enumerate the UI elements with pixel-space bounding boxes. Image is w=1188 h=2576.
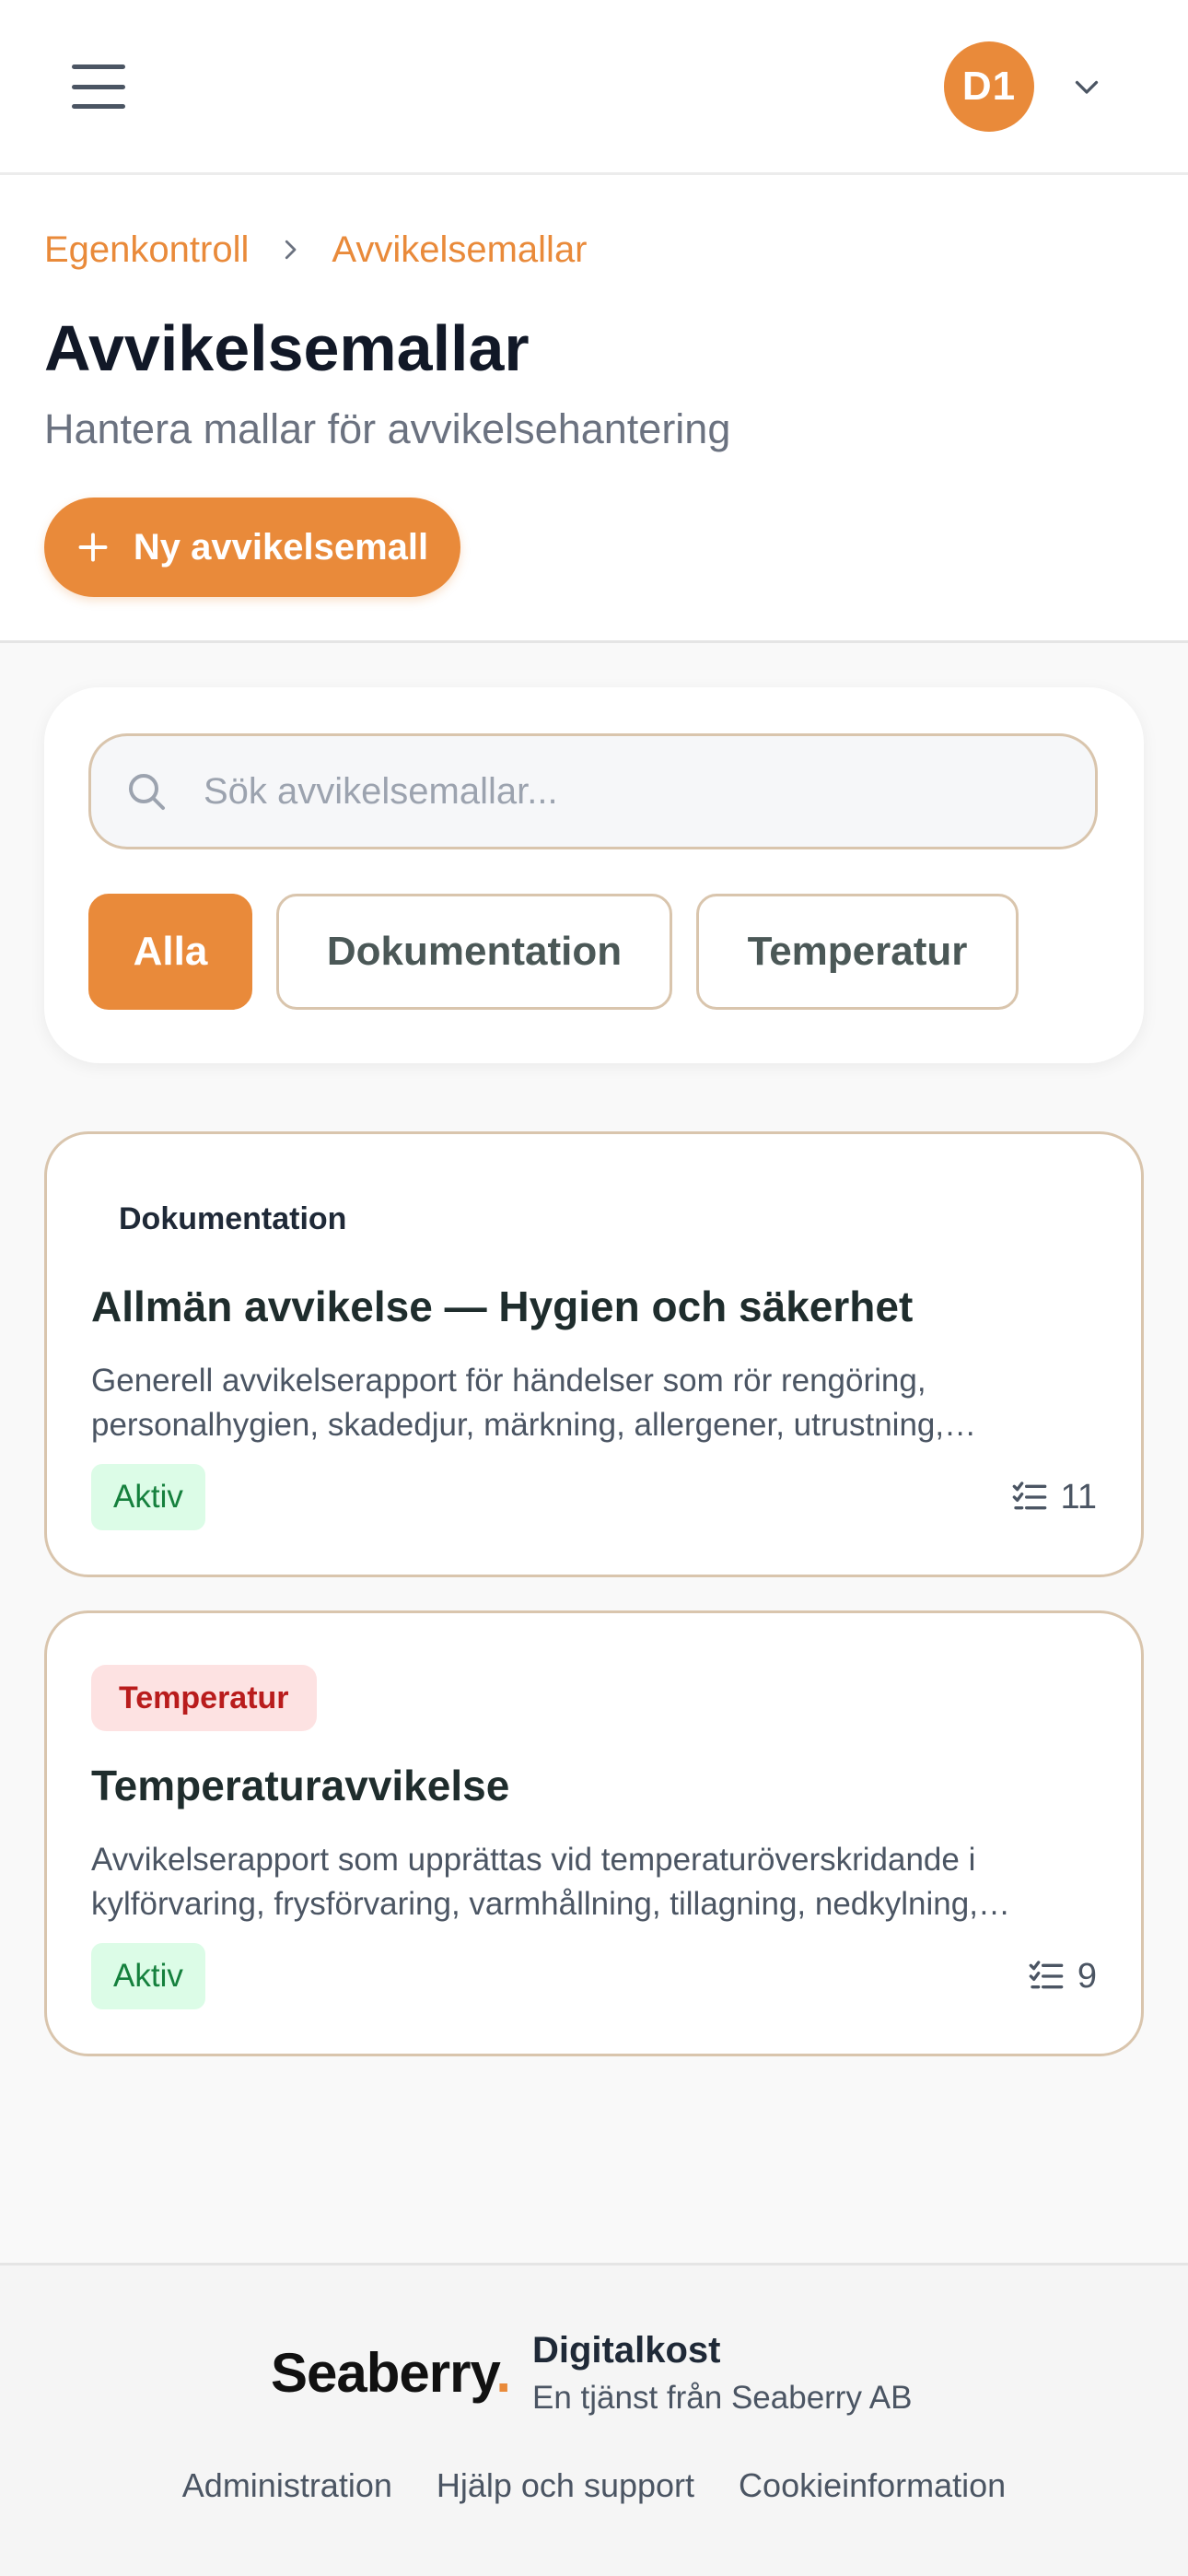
page-title: Avvikelsemallar	[44, 312, 530, 384]
checklist-icon	[1029, 1961, 1064, 1989]
page-subtitle: Hantera mallar för avvikelsehantering	[44, 405, 731, 452]
status-badge: Aktiv	[91, 1943, 205, 2009]
footer: Seaberry. Digitalkost En tjänst från Sea…	[0, 2263, 1188, 2576]
avatar[interactable]: D1	[944, 41, 1034, 132]
filter-card: Alla Dokumentation Temperatur	[44, 687, 1144, 1063]
page-header: Egenkontroll Avvikelsemallar Avvikelsema…	[0, 175, 1188, 643]
template-description: Avvikelserapport som upprättas vid tempe…	[91, 1842, 978, 1922]
search-input[interactable]	[204, 770, 1032, 813]
category-badge: Dokumentation	[91, 1186, 375, 1252]
question-count-value: 11	[1060, 1477, 1097, 1516]
breadcrumb: Egenkontroll Avvikelsemallar	[44, 227, 588, 273]
seaberry-logo: Seaberry.	[271, 2341, 511, 2405]
breadcrumb-item-egenkontroll[interactable]: Egenkontroll	[44, 229, 249, 271]
template-card[interactable]: Temperatur Temperaturavvikelse Avvikelse…	[44, 1610, 1144, 2056]
product-subtitle: En tjänst från Seaberry AB	[532, 2380, 913, 2416]
footer-links: Administration Hjälp och support Cookiei…	[0, 2466, 1188, 2505]
logo-dot: .	[495, 2342, 511, 2404]
top-bar: D1	[0, 0, 1188, 175]
new-template-button[interactable]: Ny avvikelsemall	[44, 498, 460, 597]
logo-text: Seaberry	[271, 2342, 496, 2404]
filter-chips: Alla Dokumentation Temperatur	[88, 894, 1019, 1010]
footer-link-administration[interactable]: Administration	[182, 2466, 392, 2505]
filter-chip-alla[interactable]: Alla	[88, 894, 252, 1010]
filter-chip-dokumentation[interactable]: Dokumentation	[276, 894, 672, 1010]
search-icon	[129, 774, 165, 810]
search-box[interactable]	[88, 733, 1098, 849]
question-count-value: 9	[1077, 1956, 1097, 1996]
menu-icon[interactable]	[72, 64, 125, 109]
footer-link-help[interactable]: Hjälp och support	[437, 2466, 694, 2505]
template-card[interactable]: Dokumentation Allmän avvikelse — Hygien …	[44, 1131, 1144, 1577]
footer-link-cookies[interactable]: Cookieinformation	[739, 2466, 1006, 2505]
filter-chip-temperatur[interactable]: Temperatur	[696, 894, 1019, 1010]
template-description: Generell avvikelserapport för händelser …	[91, 1363, 945, 1443]
chevron-right-icon	[285, 240, 297, 260]
product-name: Digitalkost	[532, 2330, 721, 2371]
template-title: Allmän avvikelse — Hygien och säkerhet	[91, 1282, 914, 1330]
breadcrumb-item-avvikelsemallar[interactable]: Avvikelsemallar	[332, 229, 587, 271]
checklist-icon	[1012, 1481, 1046, 1510]
category-badge: Temperatur	[91, 1665, 317, 1731]
question-count: 9	[1028, 1945, 1097, 2008]
chevron-down-icon[interactable]	[1070, 70, 1103, 103]
plus-icon	[78, 533, 108, 562]
new-template-button-label: Ny avvikelsemall	[133, 526, 429, 568]
status-badge: Aktiv	[91, 1464, 205, 1530]
template-title: Temperaturavvikelse	[91, 1762, 510, 1809]
question-count: 11	[1011, 1466, 1097, 1528]
